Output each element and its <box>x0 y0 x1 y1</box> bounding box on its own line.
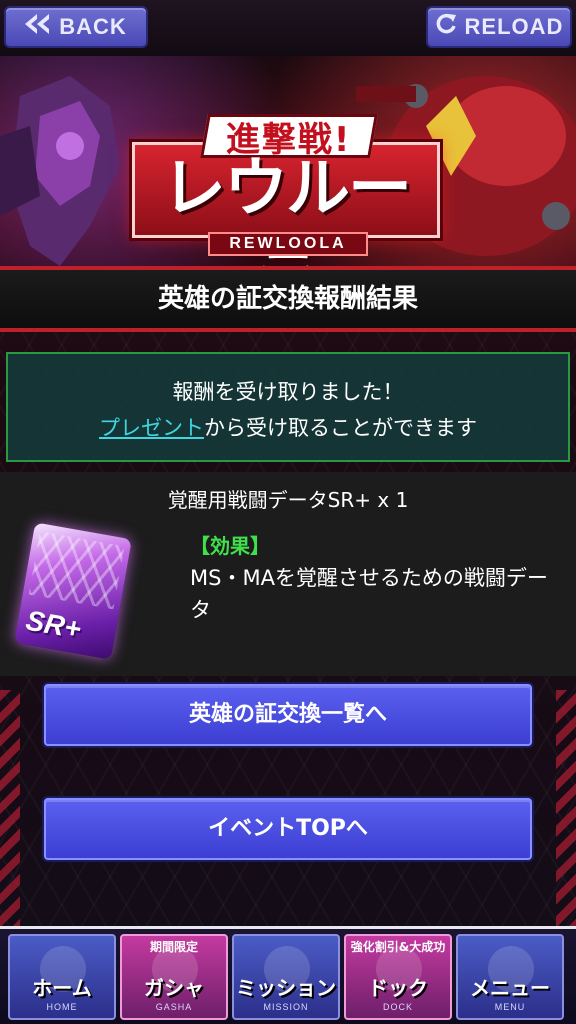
reload-label: RELOAD <box>464 14 564 39</box>
event-top-button[interactable]: イベントTOPへ <box>44 798 532 860</box>
nav-home[interactable]: ホーム HOME <box>8 934 116 1020</box>
reload-button[interactable]: RELOAD <box>426 6 572 48</box>
result-message-line2: プレゼントから受け取ることができます <box>8 410 568 446</box>
battle-data-card-image: SR+ <box>14 522 132 660</box>
page-title: 英雄の証交換報酬結果 <box>157 284 418 314</box>
double-chevron-left-icon <box>25 14 51 40</box>
exchange-list-button[interactable]: 英雄の証交換一覧へ <box>44 684 532 746</box>
back-button[interactable]: BACK <box>4 6 148 48</box>
right-stripe-decoration <box>556 690 576 930</box>
top-bar: BACK RELOAD <box>0 0 576 56</box>
nav-gacha-label: ガシャ <box>144 976 204 1000</box>
result-message-box: 報酬を受け取りました！ プレゼントから受け取ることができます <box>6 352 570 462</box>
nav-mission-sub: MISSION <box>263 1002 309 1012</box>
nav-gacha-sub: GASHA <box>155 1002 193 1012</box>
event-banner: 進撃戦! レウルーラ REWLOOLA <box>0 56 576 266</box>
back-label: BACK <box>59 14 127 39</box>
reward-item-name: 覚醒用戦闘データSR+ x 1 <box>167 488 409 512</box>
nav-menu[interactable]: メニュー MENU <box>456 934 564 1020</box>
reload-icon <box>435 13 457 41</box>
nav-menu-sub: MENU <box>494 1002 526 1012</box>
card-grade-text: SR+ <box>23 604 84 645</box>
effect-description: MS・MAを覚醒させるための戦闘データ <box>190 566 548 622</box>
effect-label: 【効果】 <box>190 534 270 558</box>
left-stripe-decoration <box>0 690 20 930</box>
banner-title-sub: REWLOOLA <box>208 232 368 256</box>
nav-home-label: ホーム <box>32 976 92 1000</box>
purple-mech-image <box>0 76 120 266</box>
result-message-line1: 報酬を受け取りました！ <box>172 380 404 404</box>
nav-gacha[interactable]: 期間限定 ガシャ GASHA <box>120 934 228 1020</box>
heading-bar: 英雄の証交換報酬結果 <box>0 266 576 332</box>
nav-mission[interactable]: ミッション MISSION <box>232 934 340 1020</box>
nav-dock[interactable]: 強化割引&大成功 ドック DOCK <box>344 934 452 1020</box>
nav-dock-sub: DOCK <box>382 1002 413 1012</box>
screen-root: BACK RELOAD 進撃戦! レウルー REWLOOLA 英雄の証交換報酬結… <box>0 0 576 1024</box>
nav-menu-label: メニュー <box>470 976 550 1000</box>
nav-mission-label: ミッション <box>236 976 336 1000</box>
present-link[interactable]: プレゼント <box>99 416 204 440</box>
nav-home-sub: HOME <box>46 1002 78 1012</box>
hex-pattern <box>28 531 125 610</box>
result-message-line2-rest: から受け取ることができます <box>204 416 477 440</box>
nav-dock-label: ドック <box>368 976 428 1000</box>
